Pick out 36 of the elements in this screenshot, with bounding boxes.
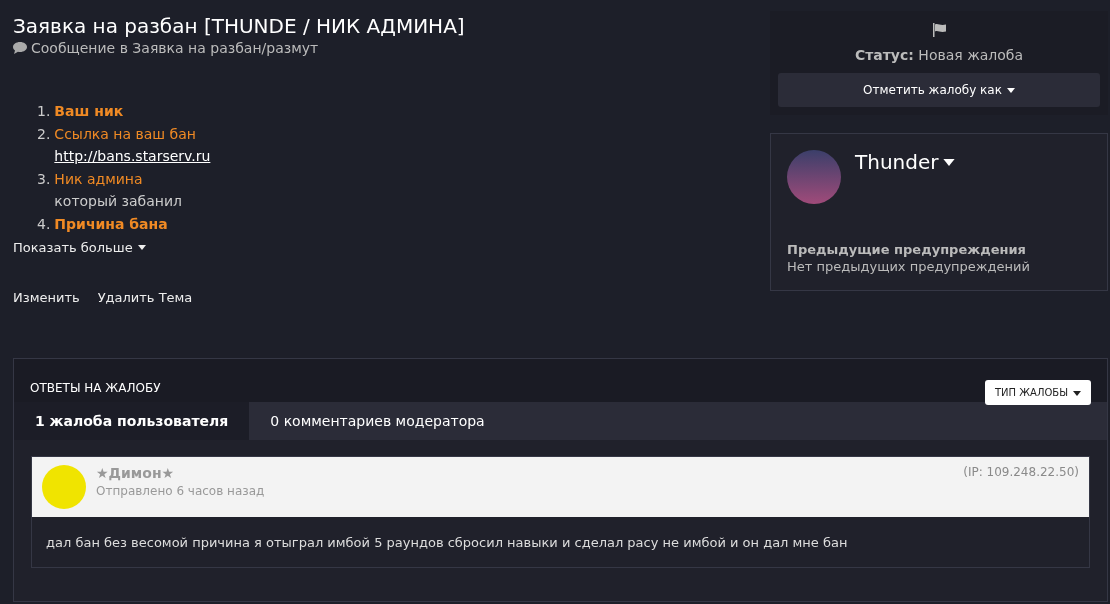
mark-report-button[interactable]: Отметить жалобу как — [778, 73, 1100, 107]
list-heading: Ваш ник — [54, 102, 124, 121]
list-heading: Ник админа — [54, 169, 143, 189]
author-name: ★Димон★ — [96, 465, 176, 481]
section-title: ОТВЕТЫ НА ЖАЛОБУ — [30, 380, 161, 395]
tab[interactable]: 0 комментариев модератора — [249, 402, 506, 440]
ip-address: (IP: 109.248.22.50) — [963, 465, 1079, 479]
avatar — [42, 465, 86, 509]
post-time: Отправлено 6 часов назад — [96, 484, 266, 498]
list-number: 1. — [37, 102, 51, 121]
list-heading: Ссылка на ваш бан — [54, 124, 196, 144]
warnings-heading: Предыдущие предупреждения — [787, 242, 1027, 257]
report-type-button[interactable]: ТИП ЖАЛОБЫ — [985, 380, 1091, 405]
list-number: 3. — [37, 169, 51, 189]
list-number: 2. — [37, 124, 51, 144]
caret-icon — [1006, 88, 1015, 93]
list-heading: Причина бана — [54, 214, 168, 234]
list-number: 4. — [37, 214, 51, 234]
action-link[interactable]: Изменить — [13, 290, 80, 305]
tab[interactable]: 1 жалоба пользователя — [14, 402, 250, 440]
flag-icon — [931, 23, 947, 37]
caret-icon — [1073, 390, 1081, 396]
status-text: Статус: Новая жалоба — [854, 47, 1024, 63]
caret-icon — [137, 245, 146, 250]
breadcrumb: Сообщение в Заявка на разбан/размут — [13, 40, 319, 56]
action-link[interactable]: Удалить Тема — [97, 290, 193, 305]
show-more-button[interactable]: Показать больше — [13, 240, 146, 255]
warnings-text: Нет предыдущих предупреждений — [787, 259, 1031, 274]
list-note: который забанил — [54, 192, 183, 211]
username-menu[interactable]: Thunder — [855, 150, 956, 174]
avatar — [787, 150, 841, 204]
speech-bubble-icon — [13, 42, 27, 54]
link[interactable]: http://bans.starserv.ru — [54, 145, 211, 168]
report-text: дал бан без весомой причина я отыграл имбой 5 раундов сбросил навыки и сделал расу не имбой и он дал мне бан — [45, 534, 849, 552]
caret-icon — [943, 158, 956, 166]
page-title: Заявка на разбан [THUNDE / НИК АДМИНА] — [13, 14, 465, 38]
